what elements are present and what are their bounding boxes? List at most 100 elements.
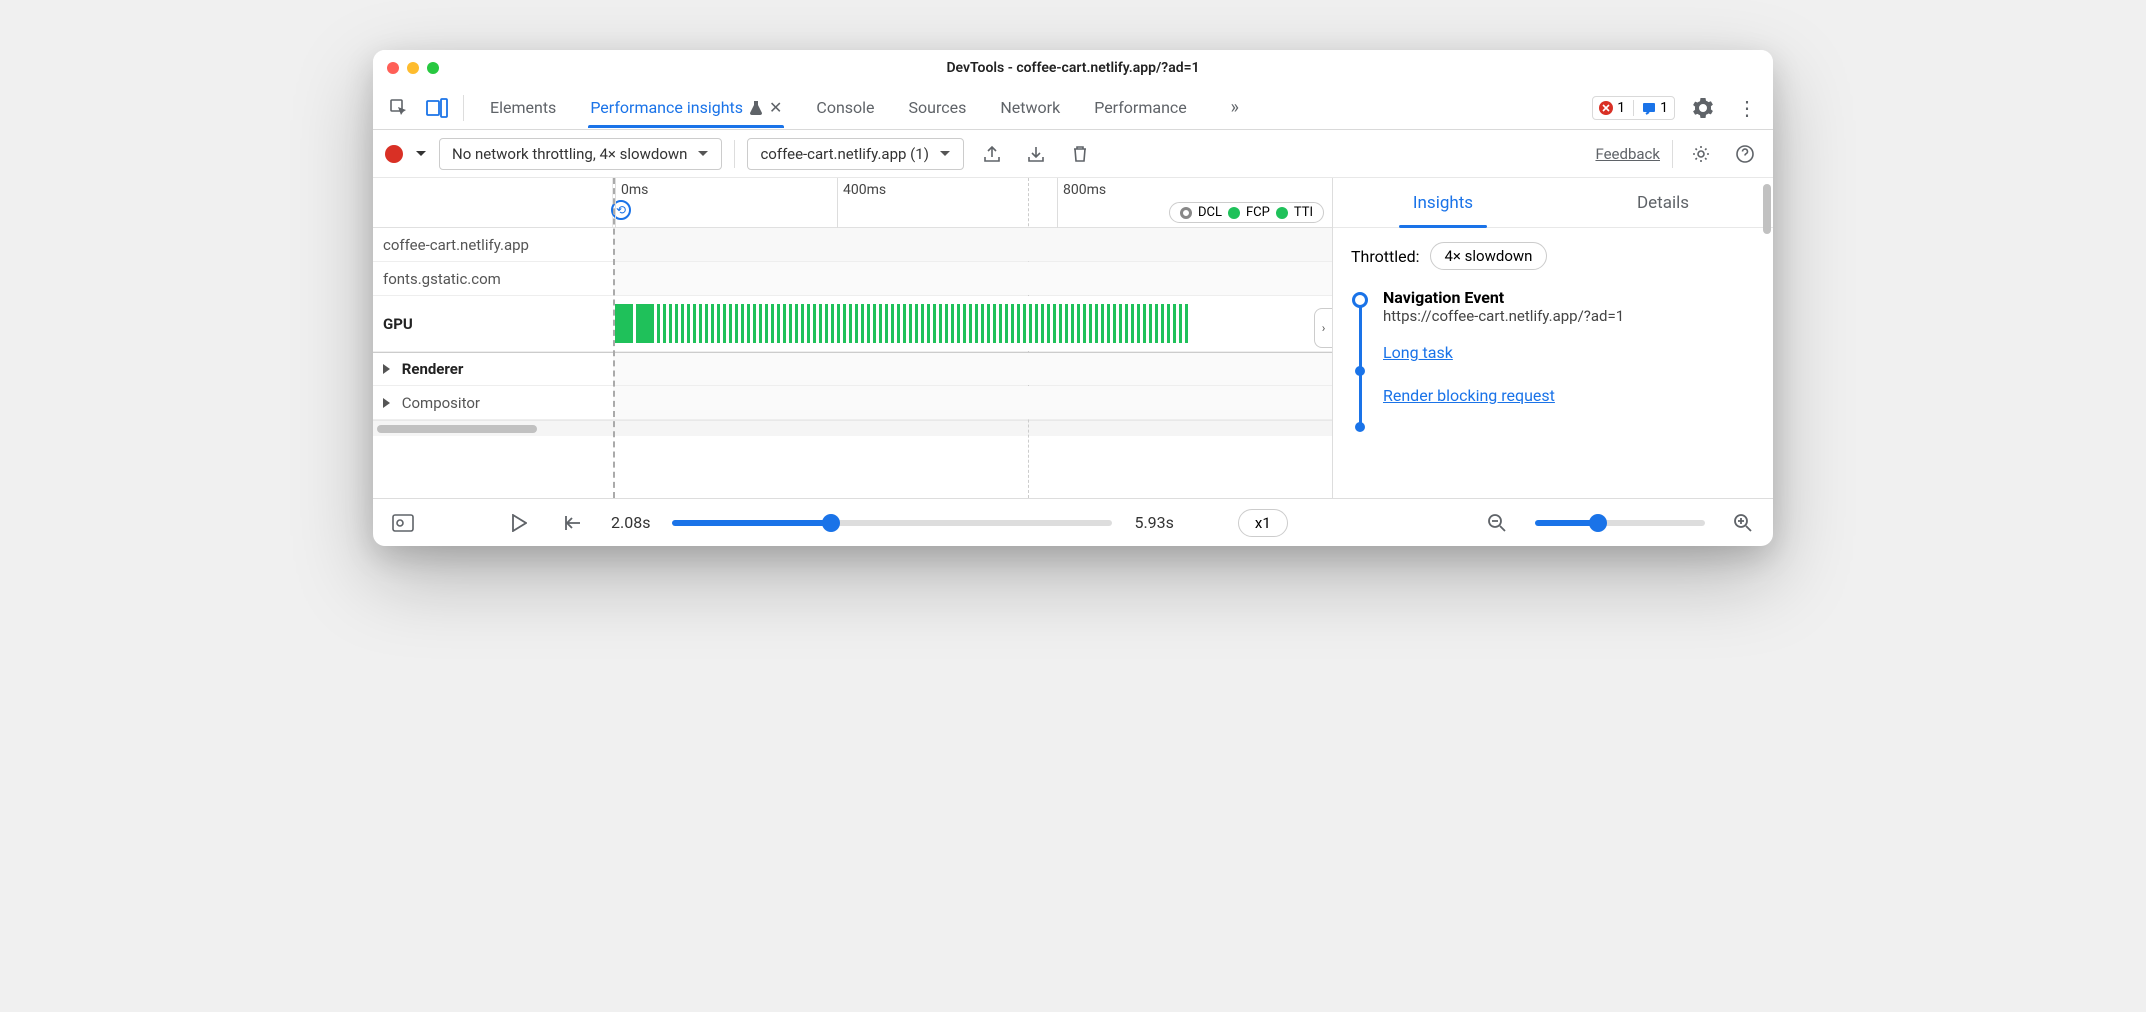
network-track-2[interactable]: fonts.gstatic.com bbox=[373, 262, 1332, 296]
export-icon[interactable] bbox=[976, 138, 1008, 170]
tab-network[interactable]: Network bbox=[998, 88, 1062, 127]
renderer-track[interactable]: Renderer bbox=[373, 352, 1332, 386]
fcp-label: FCP bbox=[1246, 205, 1270, 220]
long-task-link[interactable]: Long task bbox=[1383, 343, 1755, 362]
message-icon bbox=[1642, 101, 1656, 115]
kebab-menu-icon[interactable]: ⋮ bbox=[1731, 92, 1763, 124]
insights-content: Throttled: 4× slowdown Navigation Event … bbox=[1333, 228, 1773, 498]
start-time: 2.08s bbox=[611, 513, 650, 532]
playback-speed[interactable]: x1 bbox=[1238, 509, 1288, 537]
settings-icon[interactable] bbox=[1687, 92, 1719, 124]
traffic-lights bbox=[387, 62, 439, 74]
record-options-icon[interactable] bbox=[415, 150, 427, 158]
tick-0: 0ms bbox=[621, 182, 648, 198]
gpu-bars bbox=[613, 304, 1332, 343]
playback-slider[interactable] bbox=[672, 520, 1112, 526]
screenshot-preview-icon[interactable] bbox=[387, 507, 419, 539]
expand-caret-icon[interactable] bbox=[383, 364, 390, 374]
throttle-pill[interactable]: 4× slowdown bbox=[1430, 242, 1548, 270]
tab-details[interactable]: Details bbox=[1553, 178, 1773, 227]
network-track-1[interactable]: coffee-cart.netlify.app bbox=[373, 228, 1332, 262]
flask-icon bbox=[749, 100, 763, 116]
track-content bbox=[613, 228, 1332, 261]
throttle-row: Throttled: 4× slowdown bbox=[1351, 242, 1755, 270]
tab-label: Performance insights bbox=[590, 98, 743, 117]
timeline-content: Navigation Event https://coffee-cart.net… bbox=[1383, 288, 1755, 429]
more-tabs-icon[interactable]: » bbox=[1219, 92, 1251, 124]
slider-knob[interactable] bbox=[1589, 514, 1607, 532]
tti-dot-icon bbox=[1276, 207, 1288, 219]
track-content bbox=[613, 262, 1332, 295]
end-time: 5.93s bbox=[1134, 513, 1173, 532]
help-icon[interactable] bbox=[1729, 138, 1761, 170]
close-window-icon[interactable] bbox=[387, 62, 399, 74]
tti-label: TTI bbox=[1294, 205, 1313, 220]
render-blocking-link[interactable]: Render blocking request bbox=[1383, 386, 1755, 405]
tab-insights[interactable]: Insights bbox=[1333, 178, 1553, 227]
expand-panel-icon[interactable]: › bbox=[1314, 308, 1332, 348]
track-label: fonts.gstatic.com bbox=[373, 262, 613, 295]
horizontal-scrollbar[interactable] bbox=[373, 420, 1332, 436]
close-tab-icon[interactable]: ✕ bbox=[769, 98, 782, 117]
tab-elements[interactable]: Elements bbox=[488, 88, 558, 127]
nav-event-title: Navigation Event bbox=[1383, 288, 1755, 307]
inspect-icon[interactable] bbox=[383, 92, 415, 124]
tick-1: 400ms bbox=[843, 182, 886, 198]
play-icon[interactable] bbox=[503, 507, 535, 539]
nav-event-url: https://coffee-cart.netlify.app/?ad=1 bbox=[1383, 307, 1755, 325]
insights-toolbar: No network throttling, 4× slowdown coffe… bbox=[373, 130, 1773, 178]
device-toggle-icon[interactable] bbox=[421, 92, 453, 124]
track-content bbox=[613, 353, 1332, 385]
message-count: 1 bbox=[1660, 100, 1668, 116]
tick-2: 800ms bbox=[1063, 182, 1106, 198]
gpu-track[interactable]: GPU bbox=[373, 296, 1332, 352]
time-ruler[interactable]: ⟲ 0ms 400ms 800ms DCL FCP TTI bbox=[373, 178, 1332, 228]
timing-markers[interactable]: DCL FCP TTI bbox=[1169, 202, 1324, 223]
tab-performance-insights[interactable]: Performance insights ✕ bbox=[588, 88, 784, 127]
timeline-dot-icon bbox=[1355, 366, 1365, 376]
recording-select-label: coffee-cart.netlify.app (1) bbox=[760, 145, 928, 163]
recording-select[interactable]: coffee-cart.netlify.app (1) bbox=[747, 138, 963, 170]
feedback-link[interactable]: Feedback bbox=[1595, 145, 1660, 163]
divider bbox=[463, 95, 464, 121]
playhead-line[interactable] bbox=[613, 178, 615, 498]
scrollbar-thumb[interactable] bbox=[377, 425, 537, 433]
track-content bbox=[613, 386, 1332, 419]
minimize-window-icon[interactable] bbox=[407, 62, 419, 74]
tab-sources[interactable]: Sources bbox=[907, 88, 969, 127]
skip-back-icon[interactable] bbox=[557, 507, 589, 539]
divider bbox=[1633, 100, 1634, 116]
window-title: DevTools - coffee-cart.netlify.app/?ad=1 bbox=[373, 60, 1773, 76]
error-count: 1 bbox=[1617, 100, 1625, 116]
event-timeline: Navigation Event https://coffee-cart.net… bbox=[1351, 288, 1755, 429]
panel-tabs: Elements Performance insights ✕ Console … bbox=[488, 88, 1586, 127]
expand-caret-icon[interactable] bbox=[383, 398, 390, 408]
zoom-in-icon[interactable] bbox=[1727, 507, 1759, 539]
dcl-dot-icon bbox=[1180, 207, 1192, 219]
ruler-track: ⟲ 0ms 400ms 800ms DCL FCP TTI bbox=[613, 178, 1332, 227]
ruler-gutter bbox=[373, 178, 613, 227]
delete-icon[interactable] bbox=[1064, 138, 1096, 170]
side-panel-tabs: Insights Details bbox=[1333, 178, 1773, 228]
maximize-window-icon[interactable] bbox=[427, 62, 439, 74]
dcl-label: DCL bbox=[1198, 205, 1222, 220]
timeline-dot-icon bbox=[1355, 422, 1365, 432]
gpu-content bbox=[613, 296, 1332, 351]
devtools-tabbar: Elements Performance insights ✕ Console … bbox=[373, 86, 1773, 130]
tab-console[interactable]: Console bbox=[814, 88, 876, 127]
tabbar-right-tools: 1 1 ⋮ bbox=[1592, 92, 1763, 124]
divider bbox=[1672, 140, 1673, 168]
tab-performance[interactable]: Performance bbox=[1092, 88, 1189, 127]
import-icon[interactable] bbox=[1020, 138, 1052, 170]
throttling-select-label: No network throttling, 4× slowdown bbox=[452, 145, 687, 163]
issues-badge[interactable]: 1 1 bbox=[1592, 96, 1675, 120]
timeline-panel: ⟲ 0ms 400ms 800ms DCL FCP TTI coffee-car… bbox=[373, 178, 1333, 498]
panel-settings-icon[interactable] bbox=[1685, 138, 1717, 170]
record-button[interactable] bbox=[385, 145, 403, 163]
zoom-slider[interactable] bbox=[1535, 520, 1705, 526]
slider-knob[interactable] bbox=[822, 514, 840, 532]
zoom-out-icon[interactable] bbox=[1481, 507, 1513, 539]
compositor-track[interactable]: Compositor bbox=[373, 386, 1332, 420]
playback-footer: 2.08s 5.93s x1 bbox=[373, 498, 1773, 546]
throttling-select[interactable]: No network throttling, 4× slowdown bbox=[439, 138, 722, 170]
